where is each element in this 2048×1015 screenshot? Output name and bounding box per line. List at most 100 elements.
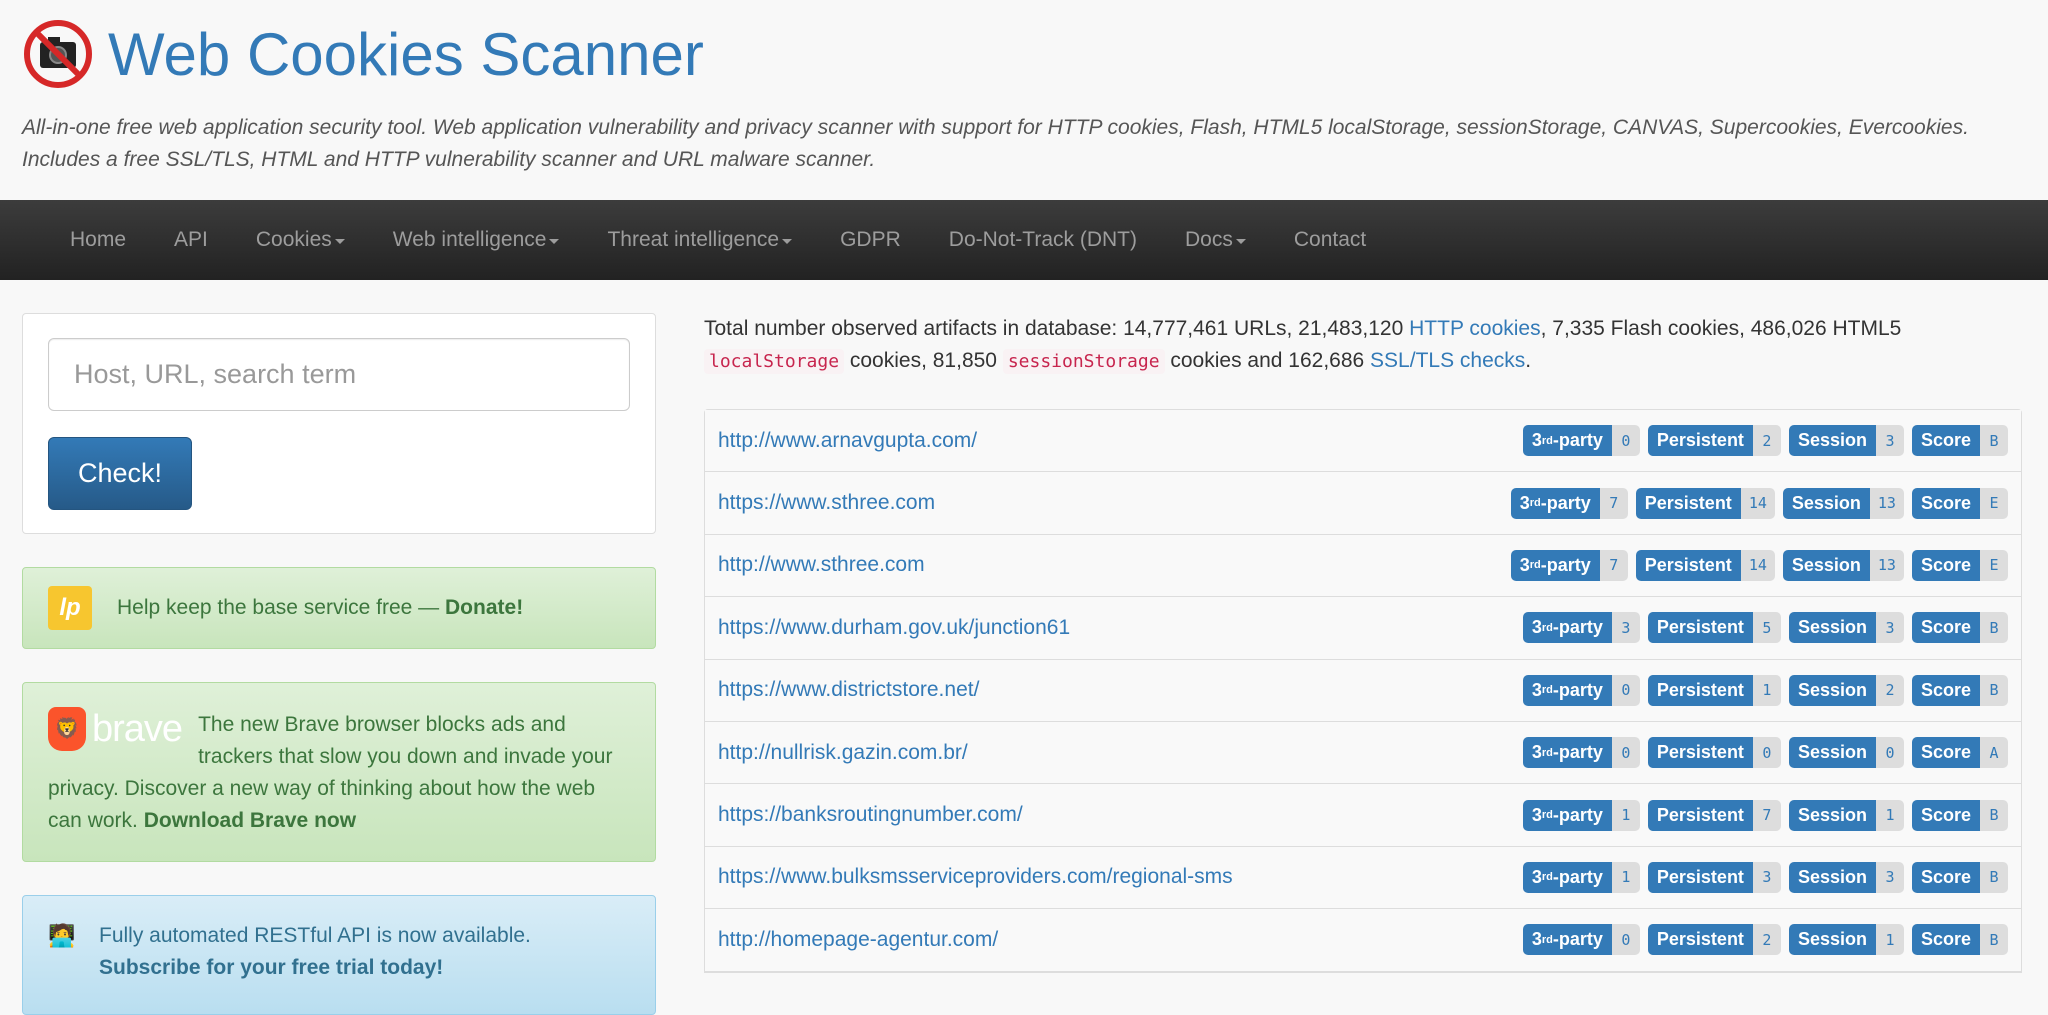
nav-item-web-intelligence[interactable]: Web intelligence [369,228,584,252]
ssl-tls-checks-link[interactable]: SSL/TLS checks [1370,349,1525,372]
score-badge-value: B [1980,924,2008,956]
http-cookies-link[interactable]: HTTP cookies [1409,317,1541,340]
persistent-badge-value: 14 [1740,549,1775,581]
session-badge-value: 0 [1875,737,1904,769]
caret-down-icon [334,238,345,244]
score-badge[interactable]: Score A [1911,737,2008,769]
result-url-link[interactable]: http://nullrisk.gazin.com.br/ [718,741,968,765]
brave-logo[interactable]: 🦁 brave [48,707,183,751]
session-badge-value: 2 [1875,674,1904,706]
third-party-badge-value: 1 [1611,799,1640,831]
persistent-badge-label: Persistent [1647,425,1753,457]
caret-down-icon [1235,238,1246,244]
persistent-badge-value: 2 [1752,924,1781,956]
nav-item-cookies[interactable]: Cookies [232,228,369,252]
third-party-badge[interactable]: 3rd -party 3 [1522,612,1640,644]
result-url-link[interactable]: https://www.sthree.com [718,491,935,515]
check-button[interactable]: Check! [48,437,192,510]
nav-item-contact[interactable]: Contact [1270,228,1390,252]
persistent-badge[interactable]: Persistent 2 [1647,924,1781,956]
site-title[interactable]: Web Cookies Scanner [108,20,704,89]
result-url-link[interactable]: https://www.districtstore.net/ [718,678,979,702]
result-badges: 3rd -party 0 Persistent 2 Session 1 Score B [1522,924,2008,956]
persistent-badge[interactable]: Persistent 14 [1635,487,1775,519]
session-badge[interactable]: Session 0 [1788,737,1904,769]
score-badge-label: Score [1911,549,1980,581]
session-badge[interactable]: Session 3 [1788,861,1904,893]
score-badge[interactable]: Score B [1911,425,2008,457]
score-badge[interactable]: Score B [1911,924,2008,956]
score-badge-label: Score [1911,674,1980,706]
persistent-badge[interactable]: Persistent 14 [1635,549,1775,581]
search-input[interactable] [48,338,630,411]
result-url-link[interactable]: http://homepage-agentur.com/ [718,928,998,952]
third-party-badge-label: 3rd -party [1522,799,1612,831]
session-badge[interactable]: Session 3 [1788,612,1904,644]
donate-link[interactable]: Donate! [445,596,523,619]
score-badge[interactable]: Score B [1911,612,2008,644]
third-party-badge[interactable]: 3rd -party 7 [1510,549,1628,581]
third-party-badge-label: 3rd -party [1522,425,1612,457]
score-badge[interactable]: Score B [1911,674,2008,706]
result-badges: 3rd -party 0 Persistent 0 Session 0 Score A [1522,737,2008,769]
score-badge[interactable]: Score B [1911,861,2008,893]
nav-item-threat-intelligence[interactable]: Threat intelligence [583,228,816,252]
persistent-badge-value: 5 [1752,612,1781,644]
third-party-badge[interactable]: 3rd -party 0 [1522,674,1640,706]
session-badge[interactable]: Session 1 [1788,799,1904,831]
persistent-badge-value: 3 [1752,861,1781,893]
result-url-link[interactable]: https://banksroutingnumber.com/ [718,803,1023,827]
score-badge[interactable]: Score E [1911,549,2008,581]
persistent-badge[interactable]: Persistent 3 [1647,861,1781,893]
third-party-badge-value: 0 [1611,674,1640,706]
nav-item-do-not-track-dnt[interactable]: Do-Not-Track (DNT) [925,228,1161,252]
session-badge[interactable]: Session 1 [1788,924,1904,956]
third-party-badge[interactable]: 3rd -party 7 [1510,487,1628,519]
third-party-badge-value: 0 [1611,924,1640,956]
session-badge[interactable]: Session 13 [1782,549,1904,581]
result-badges: 3rd -party 1 Persistent 3 Session 3 Score B [1522,861,2008,893]
score-badge[interactable]: Score E [1911,487,2008,519]
score-badge-value: E [1980,549,2008,581]
localstorage-code: localStorage [704,349,845,374]
no-camera-icon [24,20,92,88]
persistent-badge-label: Persistent [1647,861,1753,893]
download-brave-link[interactable]: Download Brave now [144,809,356,832]
third-party-badge[interactable]: 3rd -party 0 [1522,924,1640,956]
score-badge-label: Score [1911,924,1980,956]
third-party-badge[interactable]: 3rd -party 0 [1522,737,1640,769]
result-badges: 3rd -party 7 Persistent 14 Session 13 Score E [1510,487,2008,519]
result-row: https://www.sthree.com 3rd -party 7 Persiste… [705,472,2021,535]
session-badge[interactable]: Session 13 [1782,487,1904,519]
subscribe-link[interactable]: Subscribe for your free trial today! [99,956,443,979]
third-party-badge-label: 3rd -party [1522,674,1612,706]
third-party-badge-label: 3rd -party [1522,737,1612,769]
third-party-badge[interactable]: 3rd -party 1 [1522,799,1640,831]
session-badge-label: Session [1788,924,1876,956]
third-party-badge-label: 3rd -party [1522,861,1612,893]
result-url-link[interactable]: http://www.sthree.com [718,553,925,577]
nav-item-docs[interactable]: Docs [1161,228,1270,252]
result-row: https://banksroutingnumber.com/3rd -party… [705,784,2021,847]
result-url-link[interactable]: https://www.bulksmsserviceproviders.com/… [718,865,1233,889]
persistent-badge[interactable]: Persistent 5 [1647,612,1781,644]
persistent-badge[interactable]: Persistent 2 [1647,425,1781,457]
session-badge-value: 3 [1875,612,1904,644]
nav-item-home[interactable]: Home [46,228,150,252]
session-badge[interactable]: Session 2 [1788,674,1904,706]
persistent-badge[interactable]: Persistent 1 [1647,674,1781,706]
score-badge[interactable]: Score B [1911,799,2008,831]
nav-item-gdpr[interactable]: GDPR [816,228,925,252]
session-badge[interactable]: Session 3 [1788,425,1904,457]
third-party-badge[interactable]: 3rd -party 0 [1522,425,1640,457]
result-badges: 3rd -party 0 Persistent 1 Session 2 Score B [1522,674,2008,706]
persistent-badge[interactable]: Persistent 0 [1647,737,1781,769]
persistent-badge[interactable]: Persistent 7 [1647,799,1781,831]
score-badge-value: E [1980,487,2008,519]
result-url-link[interactable]: https://www.durham.gov.uk/junction61 [718,616,1070,640]
third-party-badge[interactable]: 3rd -party 1 [1522,861,1640,893]
nav-item-api[interactable]: API [150,228,232,252]
result-badges: 3rd -party 1 Persistent 7 Session 1 Score B [1522,799,2008,831]
result-url-link[interactable]: http://www.arnavgupta.com/ [718,429,977,453]
session-badge-value: 3 [1875,425,1904,457]
